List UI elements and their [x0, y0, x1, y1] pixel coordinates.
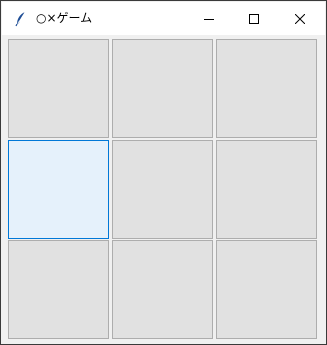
board-cell-2-1[interactable] [8, 140, 109, 239]
close-button[interactable] [277, 3, 323, 35]
board-cell-2-2[interactable] [112, 140, 213, 239]
close-icon [295, 14, 305, 24]
board-cell-3-1[interactable] [8, 240, 109, 339]
title-bar[interactable]: ○×ゲーム [2, 2, 325, 35]
minimize-button[interactable] [186, 3, 232, 35]
board-cell-1-3[interactable] [216, 39, 317, 138]
board-cell-1-2[interactable] [112, 39, 213, 138]
maximize-icon [249, 14, 259, 24]
board-cell-3-2[interactable] [112, 240, 213, 339]
window-title: ○×ゲーム [36, 11, 93, 25]
app-window: ○×ゲーム [0, 0, 327, 345]
feather-icon [14, 11, 28, 27]
game-board [6, 37, 319, 341]
maximize-button[interactable] [231, 3, 277, 35]
minimize-icon [204, 14, 214, 24]
board-cell-3-3[interactable] [216, 240, 317, 339]
board-cell-2-3[interactable] [216, 140, 317, 239]
board-cell-1-1[interactable] [8, 39, 109, 138]
